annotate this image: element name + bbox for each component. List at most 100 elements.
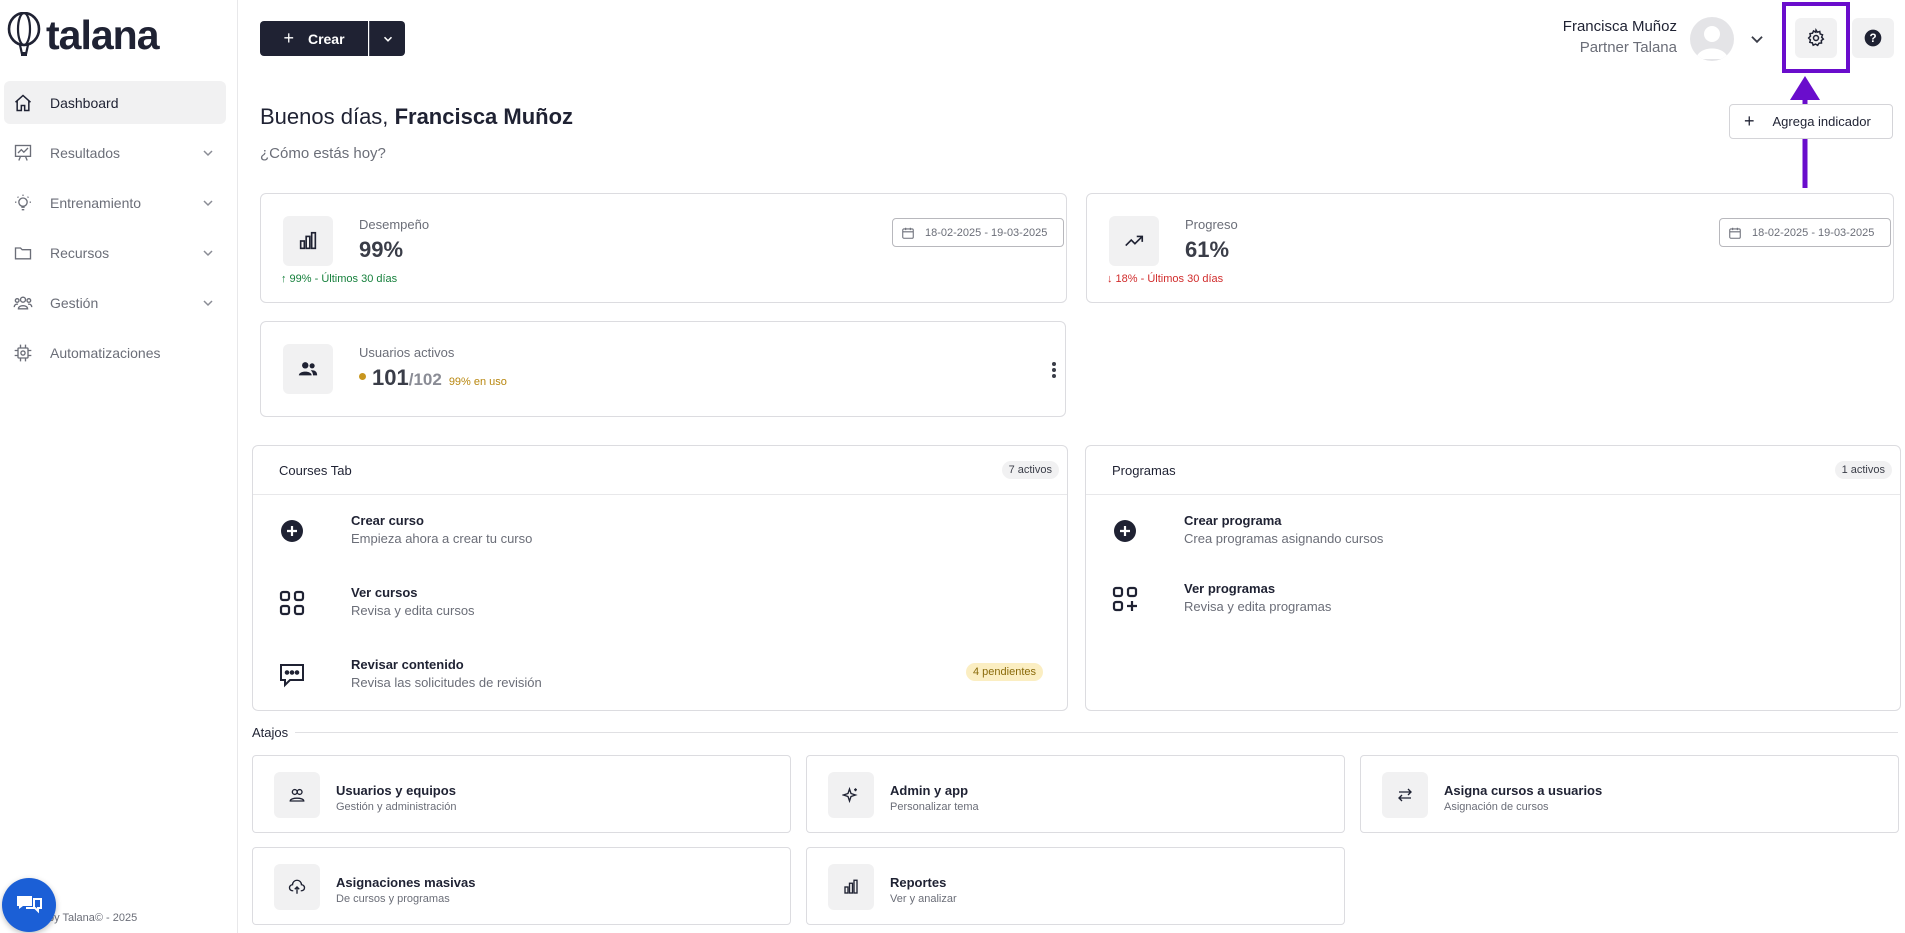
shortcut-title: Admin y app xyxy=(890,783,969,798)
shortcut-asignaciones-masivas[interactable]: Asignaciones masivas De cursos y program… xyxy=(252,847,791,925)
shortcut-asigna-cursos[interactable]: Asigna cursos a usuarios Asignación de c… xyxy=(1360,755,1899,833)
date-range-picker[interactable]: 18-02-2025 - 19-03-2025 xyxy=(892,218,1064,247)
crear-label: Crear xyxy=(307,30,345,47)
active-users-count: 101 xyxy=(372,365,409,390)
balloon-logo-icon xyxy=(7,12,41,56)
item-subtitle: Crea programas asignando cursos xyxy=(1184,531,1384,546)
item-title: Crear programa xyxy=(1184,513,1282,528)
list-item-crear-programa[interactable]: Crear programa Crea programas asignando c… xyxy=(1110,513,1876,546)
chevron-down-icon xyxy=(203,149,213,156)
user-menu-chevron-icon[interactable] xyxy=(1748,30,1766,48)
cloud-upload-icon xyxy=(274,864,320,910)
shortcut-subtitle: Gestión y administración xyxy=(336,801,457,813)
shortcut-reportes[interactable]: Reportes Ver y analizar xyxy=(806,847,1345,925)
crear-button-group: + Crear xyxy=(260,21,405,56)
user-role: Partner Talana xyxy=(1579,39,1677,56)
item-title: Crear curso xyxy=(351,513,424,528)
stat-value: 99% xyxy=(359,237,404,262)
talana-logo[interactable]: talana xyxy=(6,12,159,56)
usage-percent: 99% en uso xyxy=(448,376,507,388)
add-indicator-label: Agrega indicador xyxy=(1772,114,1871,129)
panel-title: Programas xyxy=(1112,462,1176,478)
sidebar-item-dashboard[interactable]: Dashboard xyxy=(4,81,226,124)
item-subtitle: Revisa y edita cursos xyxy=(351,603,475,618)
list-item-ver-cursos[interactable]: Ver cursos Revisa y edita cursos xyxy=(277,585,1043,618)
shortcut-subtitle: Personalizar tema xyxy=(890,801,979,813)
greeting-name: Francisca Muñoz xyxy=(394,104,574,129)
stat-value: 61% xyxy=(1185,237,1230,262)
item-subtitle: Revisa y edita programas xyxy=(1184,599,1332,614)
panel-header: Programas 1 activos xyxy=(1086,446,1900,495)
folder-icon xyxy=(12,242,34,264)
user-info[interactable]: Francisca Muñoz Partner Talana xyxy=(1563,18,1677,56)
shortcut-title: Asigna cursos a usuarios xyxy=(1444,783,1603,798)
divider xyxy=(295,732,1898,733)
sidebar-item-automatizaciones[interactable]: Automatizaciones xyxy=(4,331,226,374)
more-options-icon[interactable] xyxy=(1051,360,1057,380)
shortcut-subtitle: Ver y analizar xyxy=(890,893,957,905)
chevron-down-icon xyxy=(203,199,213,206)
item-title: Ver programas xyxy=(1184,581,1276,596)
shortcut-subtitle: De cursos y programas xyxy=(336,893,450,905)
shortcut-admin-app[interactable]: Admin y app Personalizar tema xyxy=(806,755,1345,833)
stat-card-usuarios: Usuarios activos 101 /102 99% en uso xyxy=(260,321,1066,417)
stat-trend: ↑ 99% - Últimos 30 días xyxy=(281,273,398,285)
calendar-icon xyxy=(902,227,914,239)
stat-label: Desempeño xyxy=(359,217,430,232)
grid-icon xyxy=(279,590,305,616)
item-subtitle: Empieza ahora a crear tu curso xyxy=(351,531,533,546)
add-indicator-button[interactable]: + Agrega indicador xyxy=(1729,104,1893,139)
stat-trend: ↓ 18% - Últimos 30 días xyxy=(1107,273,1224,285)
courses-panel: Courses Tab 7 activos Crear curso Empieza… xyxy=(252,445,1068,711)
stat-card-desempeno: Desempeño 99% ↑ 99% - Últimos 30 días 18… xyxy=(260,193,1067,303)
sidebar-nav: Dashboard Resultados Entrenamiento Recur… xyxy=(4,81,226,381)
item-title: Ver cursos xyxy=(351,585,418,600)
grid-plus-icon xyxy=(1112,586,1138,612)
sidebar-item-label: Automatizaciones xyxy=(50,344,161,361)
page-title: Buenos días, Francisca Muñoz xyxy=(260,104,573,130)
list-item-crear-curso[interactable]: Crear curso Empieza ahora a crear tu curs… xyxy=(277,513,1043,546)
sidebar-item-gestion[interactable]: Gestión xyxy=(4,281,226,324)
crear-dropdown-button[interactable] xyxy=(369,21,405,56)
chevron-down-icon xyxy=(203,299,213,306)
total-users-count: /102 xyxy=(408,370,442,389)
list-item-revisar-contenido[interactable]: Revisar contenido Revisa las solicitudes … xyxy=(277,657,1043,690)
list-item-ver-programas[interactable]: Ver programas Revisa y edita programas xyxy=(1110,581,1876,614)
plus-circle-icon xyxy=(281,520,303,542)
shortcut-usuarios-equipos[interactable]: Usuarios y equipos Gestión y administrac… xyxy=(252,755,791,833)
calendar-icon xyxy=(1729,227,1741,239)
sidebar-item-recursos[interactable]: Recursos xyxy=(4,231,226,274)
active-users-value: 101 /102 99% en uso xyxy=(359,365,507,391)
chevron-down-icon xyxy=(383,36,392,42)
sidebar: talana Dashboard Resultados Entrenamient… xyxy=(0,0,238,933)
status-badge: 7 activos xyxy=(1001,461,1059,479)
stat-card-progreso: Progreso 61% ↓ 18% - Últimos 30 días 18-… xyxy=(1086,193,1894,303)
status-badge: 1 activos xyxy=(1834,461,1892,479)
lightbulb-icon xyxy=(12,192,34,214)
footer-copyright: by Talana© - 2025 xyxy=(48,912,138,924)
bar-chart-icon xyxy=(828,864,874,910)
users-icon xyxy=(283,344,333,394)
trending-up-icon xyxy=(1109,216,1159,266)
sidebar-item-resultados[interactable]: Resultados xyxy=(4,131,226,174)
sidebar-item-label: Recursos xyxy=(50,244,110,261)
sparkle-icon xyxy=(828,772,874,818)
sidebar-item-entrenamiento[interactable]: Entrenamiento xyxy=(4,181,226,224)
brand-name: talana xyxy=(46,12,159,58)
bar-chart-icon xyxy=(283,216,333,266)
chevron-down-icon xyxy=(203,249,213,256)
section-title-atajos: Atajos xyxy=(252,725,289,740)
chat-support-button[interactable] xyxy=(2,878,56,932)
avatar[interactable] xyxy=(1690,17,1734,61)
plus-circle-icon xyxy=(1114,520,1136,542)
plus-icon: + xyxy=(1744,111,1755,131)
greeting-prefix: Buenos días, xyxy=(260,104,389,129)
sidebar-item-label: Gestión xyxy=(50,294,99,311)
crear-button[interactable]: + Crear xyxy=(260,21,368,56)
date-range-picker[interactable]: 18-02-2025 - 19-03-2025 xyxy=(1719,218,1891,247)
chart-board-icon xyxy=(12,142,34,164)
help-button[interactable]: ? xyxy=(1852,18,1894,58)
shortcut-title: Asignaciones masivas xyxy=(336,875,476,890)
shortcut-title: Reportes xyxy=(890,875,947,890)
date-range-text: 18-02-2025 - 19-03-2025 xyxy=(925,226,1048,239)
